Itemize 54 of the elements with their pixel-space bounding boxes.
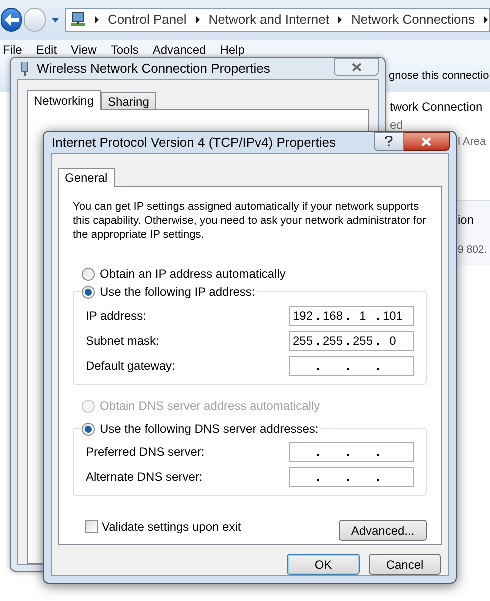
chevron-icon bbox=[194, 16, 201, 24]
breadcrumb-item[interactable]: Network Connections bbox=[351, 10, 476, 30]
menu-item[interactable]: View bbox=[71, 41, 97, 59]
close-icon bbox=[352, 62, 362, 72]
menu-item[interactable]: Help bbox=[220, 41, 245, 59]
ip-address-field[interactable] bbox=[289, 467, 414, 487]
close-button[interactable] bbox=[404, 132, 450, 151]
radio-option[interactable]: Use the following IP address: bbox=[82, 283, 256, 301]
menu-item[interactable]: Tools bbox=[110, 41, 139, 59]
connection-detail: ed bbox=[390, 117, 404, 134]
details-heading: ion bbox=[458, 212, 476, 229]
question-icon bbox=[385, 136, 393, 147]
chevron-icon bbox=[94, 16, 100, 24]
back-button[interactable] bbox=[1, 8, 22, 32]
menu-item[interactable]: Edit bbox=[36, 41, 58, 59]
tab[interactable]: General bbox=[58, 168, 115, 187]
validate-checkbox[interactable]: Validate settings upon exit bbox=[85, 518, 242, 536]
field-label: Subnet mask: bbox=[86, 333, 160, 350]
adapter-icon bbox=[21, 62, 29, 76]
address-field[interactable]: Control Panel Network and Internet Network Connections bbox=[64, 8, 490, 32]
network-icon bbox=[70, 12, 86, 28]
connection-detail: l Area bbox=[458, 135, 488, 150]
tab[interactable]: Sharing bbox=[101, 92, 156, 109]
radio-option[interactable]: Use the following DNS server addresses: bbox=[82, 420, 319, 438]
ip-address-field[interactable] bbox=[289, 356, 414, 376]
menu-item[interactable]: Advanced bbox=[152, 41, 206, 59]
chevron-icon bbox=[483, 16, 490, 24]
field-label: Preferred DNS server: bbox=[86, 444, 205, 461]
connection-name: twork Connection bbox=[390, 99, 484, 116]
window-title: Internet Protocol Version 4 (TCP/IPv4) Properties bbox=[52, 134, 336, 152]
intro-text: You can get IP settings assigned automatically if your network supports this capability. Otherwise, you need to ask your network administrator for the appropriate IP settings. bbox=[73, 200, 428, 242]
field-label: Default gateway: bbox=[86, 358, 176, 375]
window-title: Wireless Network Connection Properties bbox=[37, 60, 270, 78]
field-label: Alternate DNS server: bbox=[86, 469, 203, 486]
advanced-button[interactable]: Advanced... bbox=[339, 520, 427, 541]
details-text: 9 802. bbox=[458, 243, 488, 258]
ip-address-field[interactable]: 192 168 1 101 bbox=[289, 306, 414, 326]
chevron-icon bbox=[337, 16, 344, 24]
radio-option[interactable]: Obtain an IP address automatically bbox=[82, 265, 427, 283]
ip-address-field[interactable]: 255 255 255 0 bbox=[289, 331, 414, 351]
toolbar-command[interactable]: gnose this connectio bbox=[389, 68, 490, 84]
menu-item[interactable]: File bbox=[3, 41, 22, 59]
arrow-left-icon bbox=[4, 14, 19, 26]
close-button[interactable] bbox=[334, 58, 379, 76]
field-label: IP address: bbox=[86, 308, 146, 325]
ip-address-field[interactable] bbox=[289, 442, 414, 462]
breadcrumb-item[interactable]: Network and Internet bbox=[208, 10, 330, 30]
breadcrumb-item[interactable]: Control Panel bbox=[108, 10, 187, 30]
tab[interactable]: Networking bbox=[27, 90, 102, 110]
cancel-button[interactable]: Cancel bbox=[369, 554, 441, 575]
close-icon bbox=[421, 136, 432, 146]
dropdown-icon bbox=[52, 18, 59, 22]
ok-button[interactable]: OK bbox=[287, 554, 360, 575]
help-button[interactable] bbox=[374, 132, 404, 151]
